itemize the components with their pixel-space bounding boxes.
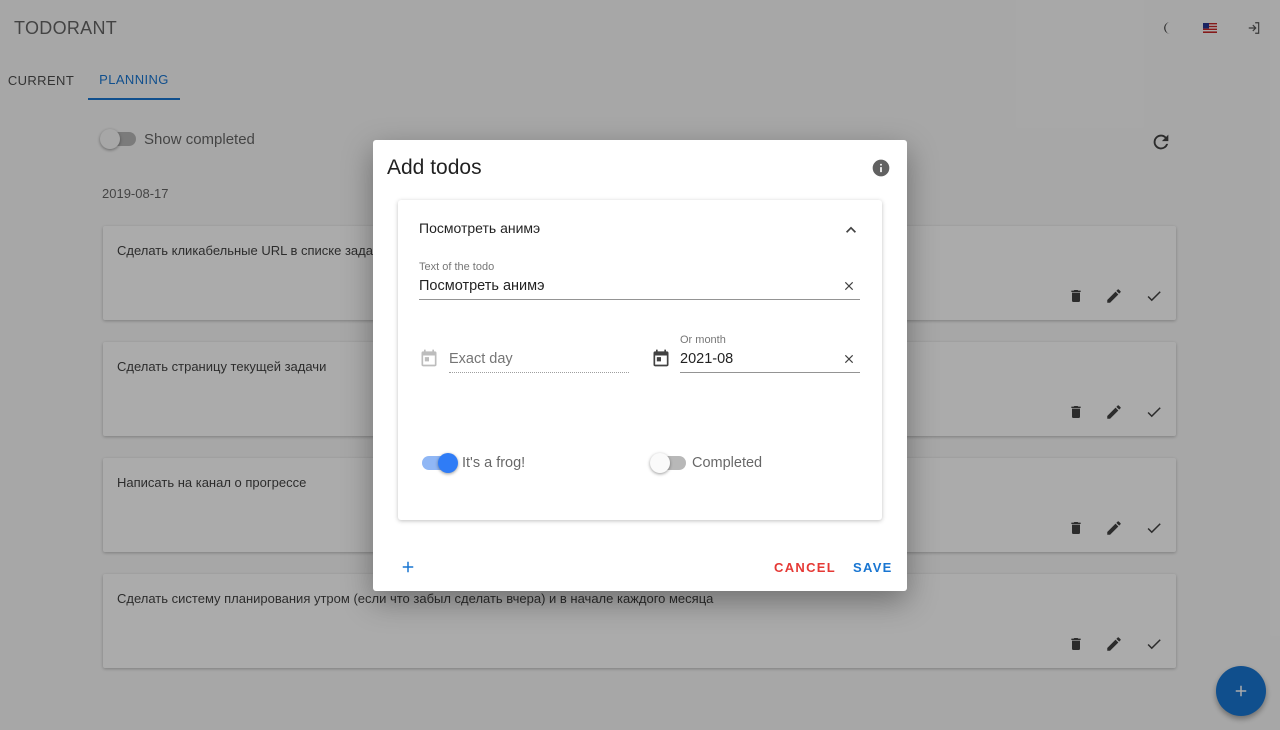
calendar-icon (419, 348, 439, 368)
add-another-todo-icon[interactable] (399, 558, 417, 576)
todo-text-underline (419, 299, 860, 300)
frog-label: It's a frog! (462, 455, 526, 471)
panel-header[interactable]: Посмотреть анимэ (419, 220, 540, 236)
calendar-icon[interactable] (651, 348, 671, 368)
dialog-title: Add todos (387, 156, 482, 179)
switch-knob (438, 453, 458, 473)
cancel-button[interactable]: CANCEL (774, 560, 836, 575)
clear-text-icon[interactable] (839, 276, 859, 296)
completed-toggle-row: Completed (650, 452, 763, 474)
clear-month-icon[interactable] (839, 349, 859, 369)
exact-day-input[interactable] (449, 349, 629, 369)
todo-text-input[interactable] (419, 276, 819, 296)
frog-toggle-row: It's a frog! (422, 452, 525, 474)
todo-expansion-panel: Посмотреть анимэ Text of the todo Or mon… (398, 200, 882, 520)
switch-knob (650, 453, 670, 473)
add-todos-dialog: Add todos Посмотреть анимэ Text of the t… (373, 140, 907, 591)
completed-switch[interactable] (650, 453, 686, 473)
month-underline (680, 372, 860, 373)
or-month-label: Or month (680, 334, 726, 346)
info-icon[interactable] (871, 158, 891, 178)
completed-label: Completed (692, 455, 763, 471)
chevron-up-icon[interactable] (841, 220, 861, 240)
frog-switch[interactable] (422, 453, 458, 473)
save-button[interactable]: SAVE (853, 560, 893, 575)
month-input[interactable] (680, 349, 830, 369)
exact-day-underline (449, 372, 629, 373)
todo-text-label: Text of the todo (419, 261, 495, 273)
